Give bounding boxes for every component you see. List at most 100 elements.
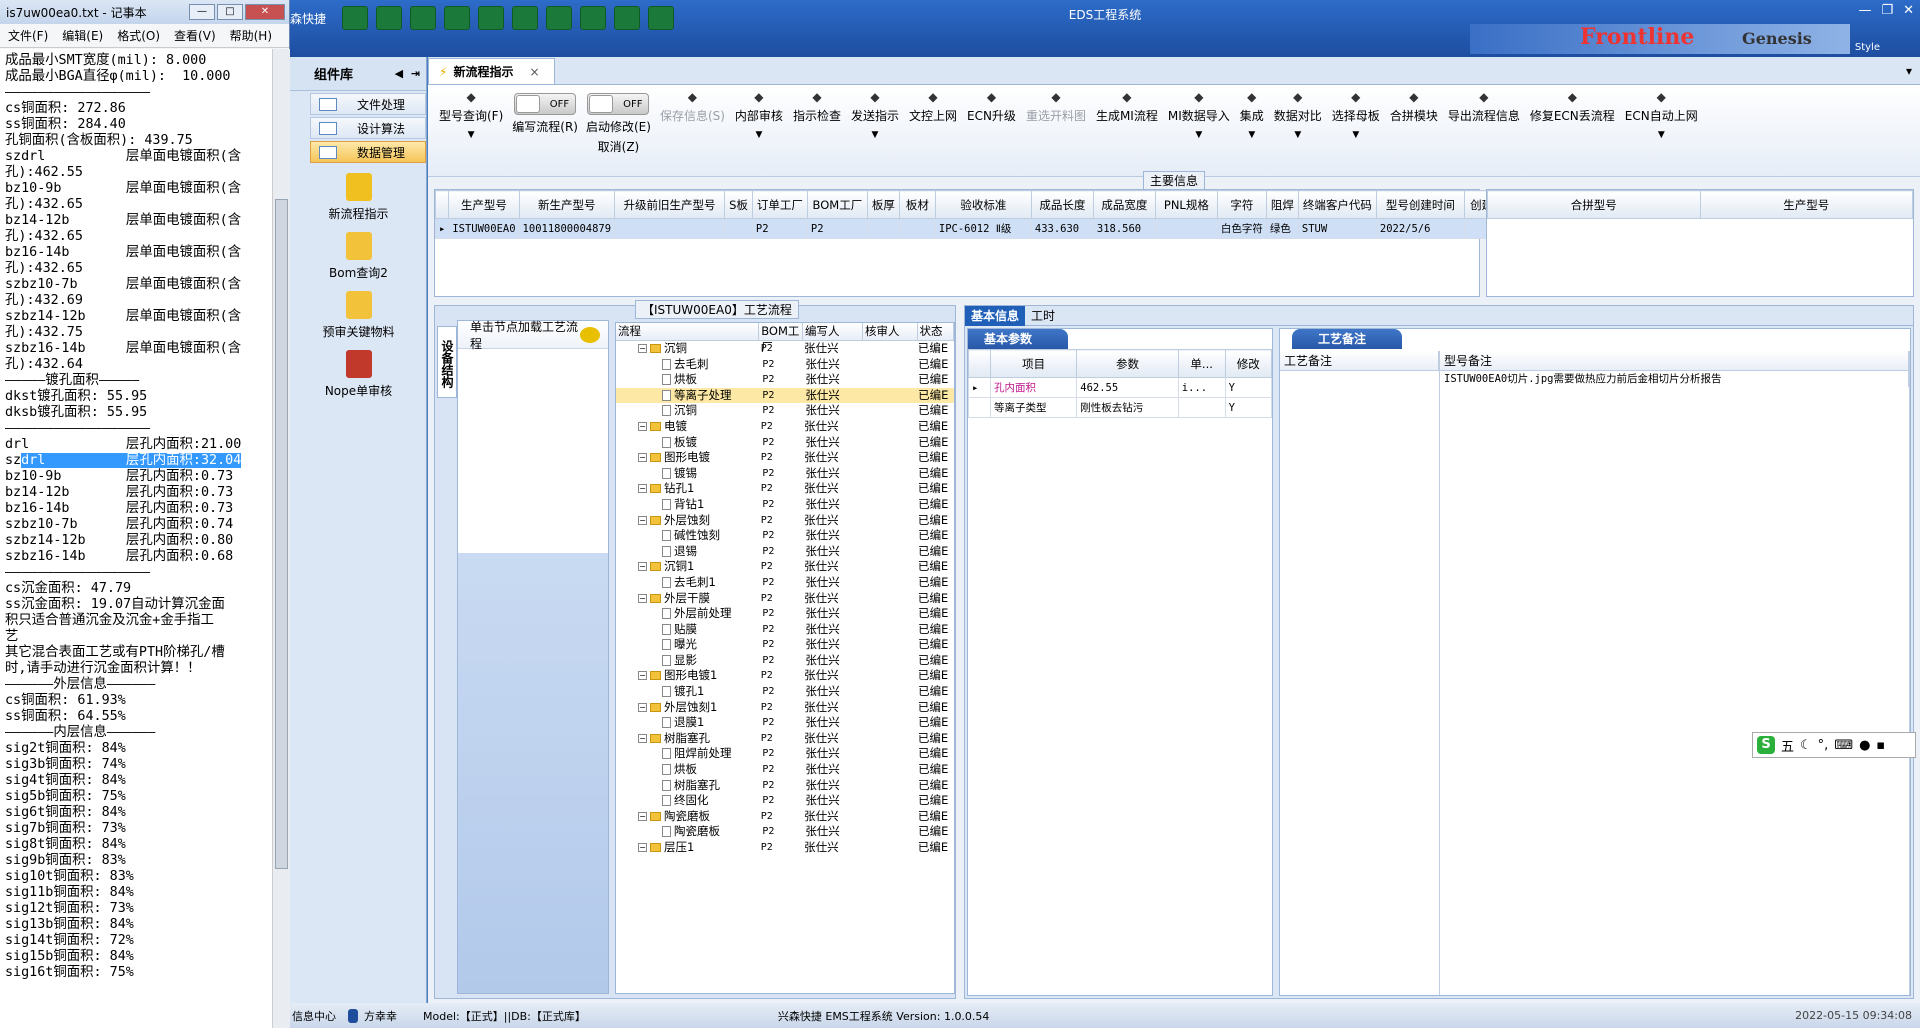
tree-node[interactable]: − 电镀 [616, 419, 761, 435]
tree-node[interactable]: − 图形电镀 [616, 450, 761, 466]
tree-row[interactable]: 外层前处理 P2 张仕兴 已编E [616, 606, 954, 622]
column-header[interactable]: 订单工厂 [751, 190, 808, 219]
tree-row[interactable]: − 图形电镀1 P2 张仕兴 已编E [616, 668, 954, 684]
maximize-button[interactable]: □ [217, 4, 243, 20]
tree-node[interactable]: 碱性蚀刻 [616, 528, 762, 544]
column-header[interactable]: 字符 [1216, 190, 1267, 219]
toolbar-button[interactable]: ◆ 合拼模块 [1385, 91, 1443, 124]
table-cell[interactable] [898, 218, 936, 239]
tree-row[interactable]: − 外层蚀刻1 P2 张仕兴 已编E [616, 700, 954, 716]
tree-row[interactable]: 终固化 P2 张仕兴 已编E [616, 793, 954, 809]
table-cell[interactable]: 绿色 [1265, 218, 1299, 239]
vtab-structure[interactable]: 设备结构 [437, 326, 457, 398]
column-header[interactable]: 新生产型号 [518, 190, 616, 219]
skin-icon[interactable]: ▪ [1876, 738, 1885, 753]
collapse-icon[interactable]: − [638, 811, 647, 821]
toolbar-button[interactable]: ◆ 保存信息(S) [655, 91, 730, 124]
tree-row[interactable]: − 钻孔1 P2 张仕兴 已编E [616, 481, 954, 497]
column-header[interactable]: 修改 [1224, 349, 1273, 378]
info-center[interactable]: 信息中心 [292, 1008, 336, 1024]
tree-node[interactable]: 终固化 [616, 793, 762, 809]
sidebar-item[interactable]: 设计算法 [310, 117, 426, 139]
tree-node[interactable]: 板镀 [616, 435, 762, 451]
cancel-label[interactable]: 取消(Z) [598, 138, 640, 155]
tree-node[interactable]: − 外层蚀刻 [616, 513, 761, 529]
tree-node[interactable]: 去毛刺 [616, 357, 762, 373]
table-cell[interactable]: Y [1224, 377, 1273, 398]
tab-new-flow[interactable]: ⚡ 新流程指示 × [428, 58, 555, 84]
tree-row[interactable]: − 层压1 P2 张仕兴 已编E [616, 840, 954, 856]
tree-row[interactable]: 去毛刺1 P2 张仕兴 已编E [616, 575, 954, 591]
punct-icon[interactable]: °, [1818, 738, 1829, 753]
tree-row[interactable]: 曝光 P2 张仕兴 已编E [616, 637, 954, 653]
toolbar-button[interactable]: ◆ ECN自动上网 ▼ [1620, 91, 1703, 140]
menu-item[interactable]: 格式(O) [117, 27, 160, 44]
sogou-icon[interactable]: S [1757, 736, 1775, 754]
tree-node[interactable]: 烘板 [616, 762, 762, 778]
tree-node[interactable]: 树脂塞孔 [616, 778, 762, 794]
column-header[interactable]: 编写人 [803, 323, 863, 340]
merge-grid[interactable]: 合拼型号 生产型号 [1486, 189, 1914, 297]
table-cell[interactable]: i... [1177, 377, 1226, 398]
collapse-icon[interactable]: − [638, 421, 647, 431]
tree-node[interactable]: − 层压1 [616, 840, 761, 856]
sidebar-shortcut[interactable]: 新流程指示 [290, 173, 427, 222]
column-header[interactable]: 项目 [989, 349, 1078, 378]
collapse-icon[interactable]: − [638, 344, 647, 353]
toggle-switch[interactable]: OFF 编写流程(R) [508, 91, 582, 135]
tree-row[interactable]: 退锡 P2 张仕兴 已编E [616, 544, 954, 560]
table-cell[interactable]: Y [1224, 397, 1273, 418]
main-info-grid[interactable]: 生产型号 新生产型号 升级前旧生产型号 S板 订单工厂 BOM工厂 板厚 板材 验收标准 成品长度… [434, 189, 1541, 297]
close-button[interactable]: ✕ [1903, 3, 1914, 18]
toggle-off[interactable]: OFF [587, 93, 650, 115]
toolbar-button[interactable]: ◆ 型号查询(F) ▼ [434, 91, 508, 140]
tree-node[interactable]: − 沉铜 [616, 341, 761, 357]
sidebar-shortcut[interactable]: Bom查询2 [290, 232, 427, 281]
menu-item[interactable]: 查看(V) [174, 27, 216, 44]
toolbar-button[interactable]: ◆ 发送指示 ▼ [846, 91, 904, 140]
tree-node[interactable]: 曝光 [616, 637, 762, 653]
tree-row[interactable]: 阻焊前处理 P2 张仕兴 已编E [616, 746, 954, 762]
table-cell[interactable]: 等离子类型 [989, 397, 1078, 418]
column-header[interactable]: 状态 [918, 323, 954, 340]
column-header[interactable]: 合拼型号 [1487, 190, 1701, 219]
column-header[interactable]: 生产型号 [1699, 190, 1913, 219]
table-row[interactable]: ▸ ISTUW00EA0 10011800004879 P2 P2 IPC-6012 Ⅱ级… [434, 218, 1541, 239]
tree-row[interactable]: 陶瓷磨板 P2 张仕兴 已编E [616, 824, 954, 840]
tree-row[interactable]: − 树脂塞孔 P2 张仕兴 已编E [616, 731, 954, 747]
menu-item[interactable]: 编辑(E) [62, 27, 103, 44]
ime-toolbar[interactable]: S 五 ☾ °, ⌨ ● ▪ [1752, 732, 1916, 758]
tree-node[interactable]: − 外层干膜 [616, 591, 761, 607]
table-cell[interactable] [1154, 218, 1218, 239]
column-header[interactable]: 生产型号 [448, 190, 520, 219]
tree-row[interactable]: 背钻1 P2 张仕兴 已编E [616, 497, 954, 513]
column-header[interactable]: 板厚 [866, 190, 900, 219]
style-label[interactable]: Style [1855, 42, 1880, 53]
collapse-icon[interactable]: − [638, 484, 647, 494]
detail-tab[interactable]: 基本信息 [965, 305, 1026, 326]
tree-row[interactable]: − 沉铜1 P2 张仕兴 已编E [616, 559, 954, 575]
tab-close-icon[interactable]: × [529, 65, 539, 79]
notepad-scrollbar[interactable] [272, 49, 290, 1028]
toolbar-button[interactable]: ◆ 内部审核 ▼ [730, 91, 788, 140]
column-header[interactable]: 成品宽度 [1092, 190, 1156, 219]
tree-node[interactable]: 贴膜 [616, 622, 762, 638]
collapse-icon[interactable]: − [638, 843, 647, 852]
tree-row[interactable]: − 图形电镀 P2 张仕兴 已编E [616, 450, 954, 466]
column-header[interactable]: 流程 [616, 323, 760, 340]
tree-node[interactable]: 阻焊前处理 [616, 746, 762, 762]
toolbar-button[interactable]: ◆ 选择母板 ▼ [1327, 91, 1385, 140]
tree-row[interactable]: 板镀 P2 张仕兴 已编E [616, 435, 954, 451]
tree-row[interactable]: − 外层蚀刻 P2 张仕兴 已编E [616, 513, 954, 529]
tree-node[interactable]: 外层前处理 [616, 606, 762, 622]
tree-node[interactable]: − 沉铜1 [616, 559, 761, 575]
collapse-icon[interactable]: − [638, 671, 647, 681]
model-memo-text[interactable]: ISTUW00EA0切片.jpg需要做热应力前后金相切片分析报告 [1440, 371, 1909, 387]
table-cell[interactable]: 2022/5/6 [1375, 218, 1465, 239]
moon-icon[interactable]: ☾ [1800, 738, 1812, 753]
toggle-switch[interactable]: OFF 启动修改(E) 取消(Z) [582, 91, 655, 155]
table-cell[interactable]: 孔内面积 [989, 377, 1078, 398]
collapse-icon[interactable]: − [638, 453, 647, 463]
column-header[interactable]: 成品长度 [1030, 190, 1094, 219]
keyboard-icon[interactable]: ⌨ [1834, 738, 1853, 753]
